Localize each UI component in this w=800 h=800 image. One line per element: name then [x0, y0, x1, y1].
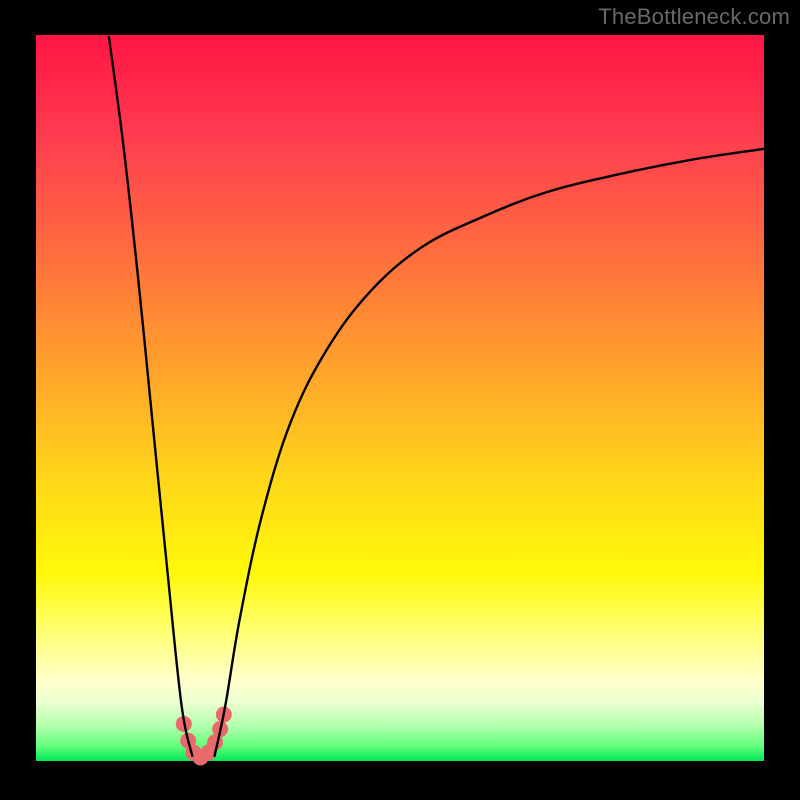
chart-svg — [36, 36, 764, 764]
curve-left-branch — [109, 36, 193, 757]
curve-right-branch — [214, 149, 764, 757]
outer-black-frame: TheBottleneck.com — [0, 0, 800, 800]
watermark-text: TheBottleneck.com — [598, 4, 790, 30]
plot-area — [36, 36, 764, 764]
